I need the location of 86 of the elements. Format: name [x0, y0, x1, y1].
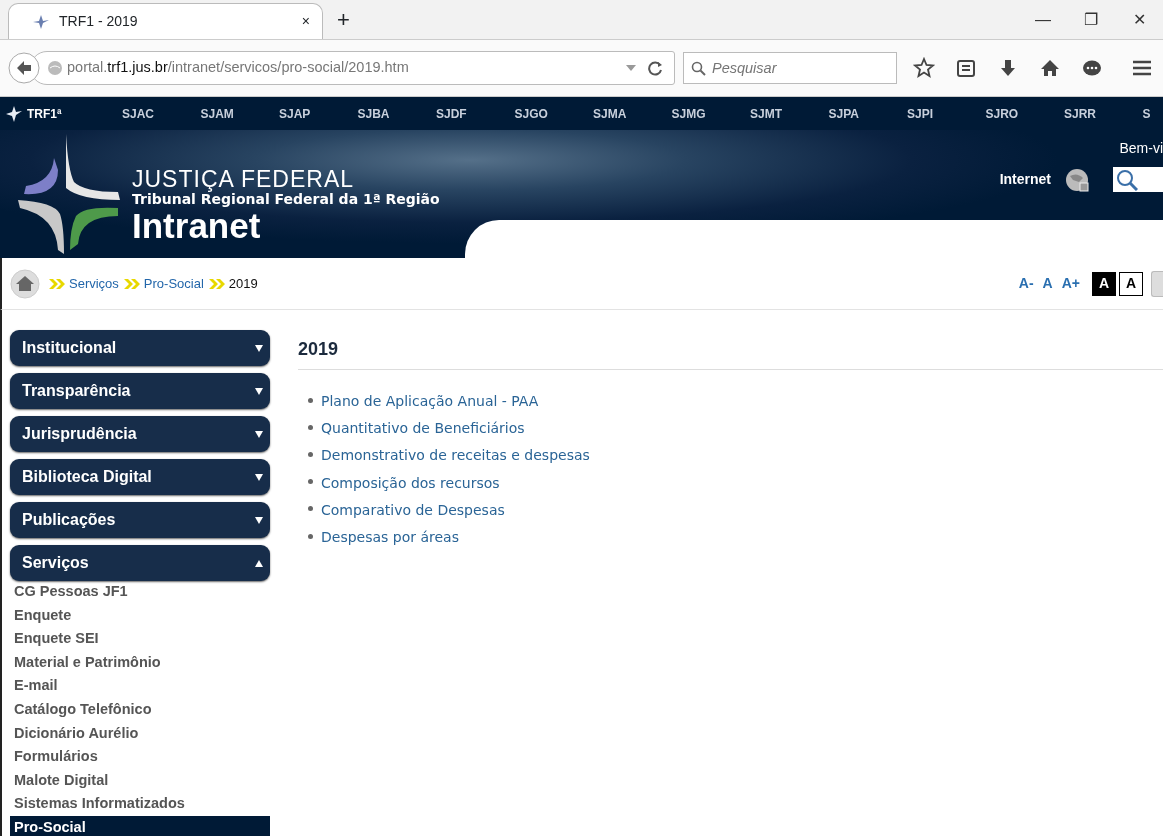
bookmark-star-icon[interactable] [913, 57, 935, 79]
bullet-icon [308, 424, 313, 430]
site-title: JUSTIÇA FEDERAL [132, 167, 355, 192]
expand-icon [254, 514, 264, 526]
search-field[interactable]: Pesquisar [683, 52, 897, 84]
menu-section[interactable]: Serviços [10, 545, 270, 581]
expand-icon [254, 428, 264, 440]
nav-link[interactable]: SJGO [514, 106, 548, 121]
menu-section[interactable]: Biblioteca Digital [10, 459, 270, 495]
browser-tab[interactable]: TRF1 - 2019 × [8, 3, 323, 39]
search-icon [691, 61, 706, 76]
menu-item[interactable]: CG Pessoas JF1 [10, 580, 270, 604]
page-heading: 2019 [298, 336, 1163, 370]
brand-link[interactable]: TRF1ª [27, 104, 62, 123]
menu-section[interactable]: Publicações [10, 502, 270, 538]
contrast-button[interactable]: A [1119, 271, 1143, 296]
url-text: portal.trf1.jus.br/intranet/servicos/pro-social/2019.htm [67, 58, 410, 78]
chevron-icon [122, 276, 141, 291]
expand-icon [254, 471, 264, 483]
site-subtitle: Tribunal Regional Federal da 1ª Região [132, 191, 440, 208]
nav-link[interactable]: SJMA [593, 106, 627, 121]
tab-title: TRF1 - 2019 [59, 12, 139, 31]
current-page: 2019 [228, 274, 258, 293]
tab-close-button[interactable]: × [301, 11, 310, 32]
document-link[interactable]: Composição dos recursos [321, 469, 500, 497]
menu-section[interactable]: Institucional [10, 330, 270, 366]
new-tab-button[interactable]: + [337, 3, 350, 36]
minimize-button[interactable]: — [1019, 7, 1067, 32]
bullet-icon [308, 506, 313, 512]
reading-list-icon[interactable] [955, 57, 977, 79]
restore-button[interactable]: ❐ [1067, 7, 1115, 32]
document-link[interactable]: Quantitativo de Beneficiários [321, 415, 525, 443]
menu-item[interactable]: Pro-Social [10, 815, 270, 836]
font-size-button[interactable]: A- [1018, 273, 1034, 294]
menu-item[interactable]: Sistemas Informatizados [10, 792, 270, 816]
nav-link[interactable]: SJAM [200, 106, 234, 121]
nav-link[interactable]: SJMT [750, 106, 782, 121]
nav-link[interactable]: SJDF [436, 106, 467, 121]
font-size-button[interactable]: A [1042, 273, 1053, 294]
menu-item[interactable]: Dicionário Aurélio [10, 721, 270, 746]
menu-item[interactable]: Malote Digital [10, 768, 270, 793]
menu-section[interactable]: Jurisprudência [10, 416, 270, 452]
home-icon[interactable] [1039, 57, 1061, 79]
back-button[interactable] [8, 52, 40, 84]
search-icon [1116, 168, 1138, 191]
nav-link[interactable]: SJAC [122, 106, 154, 121]
chevron-icon [48, 276, 66, 291]
document-link[interactable]: Demonstrativo de receitas e despesas [321, 442, 590, 470]
menu-item[interactable]: Enquete [10, 603, 270, 628]
internet-link[interactable]: Internet [999, 169, 1051, 190]
menu-section[interactable]: Transparência [10, 373, 270, 409]
document-link[interactable]: Plano de Aplicação Anual - PAA [321, 388, 539, 416]
expand-icon [254, 342, 264, 354]
nav-link[interactable]: SJBA [357, 106, 390, 121]
breadcrumb-link[interactable]: Pro-Social [143, 273, 204, 294]
bullet-icon [308, 479, 313, 485]
font-size-button[interactable]: A+ [1061, 273, 1080, 294]
menu-item[interactable]: Enquete SEI [10, 627, 270, 651]
menu-item[interactable]: Formulários [10, 745, 270, 769]
nav-link[interactable]: SJRR [1064, 106, 1096, 121]
nav-link[interactable]: SJPI [907, 106, 933, 121]
nav-link[interactable]: SJPA [828, 106, 859, 121]
welcome-text: Bem-vi [1119, 139, 1163, 158]
reload-icon[interactable] [648, 60, 664, 76]
bullet-icon [308, 451, 313, 457]
globe-icon[interactable] [1065, 167, 1089, 192]
bullet-icon [308, 533, 313, 539]
contrast-button[interactable]: A [1092, 271, 1116, 296]
document-link[interactable]: Despesas por áreas [321, 523, 459, 552]
breadcrumb-link[interactable]: Serviços [69, 273, 119, 294]
menu-item[interactable]: Material e Patrimônio [10, 650, 270, 675]
chevron-icon [207, 276, 226, 291]
bullet-icon [308, 397, 313, 403]
nav-link[interactable]: S [1142, 106, 1151, 121]
document-link[interactable]: Comparativo de Despesas [321, 496, 505, 524]
nav-link[interactable]: SJRO [985, 106, 1019, 121]
menu-item[interactable]: Catálogo Telefônico [10, 697, 270, 722]
nav-link[interactable]: SJAP [279, 106, 311, 121]
close-button[interactable]: ✕ [1115, 7, 1163, 32]
nav-link[interactable]: SJMG [671, 106, 706, 121]
expand-icon [254, 385, 264, 397]
globe-icon [47, 60, 63, 76]
home-button[interactable] [10, 268, 40, 299]
search-field[interactable] [1113, 167, 1163, 192]
intranet-title: Intranet [132, 207, 261, 243]
menu-item[interactable]: E-mail [10, 674, 270, 698]
